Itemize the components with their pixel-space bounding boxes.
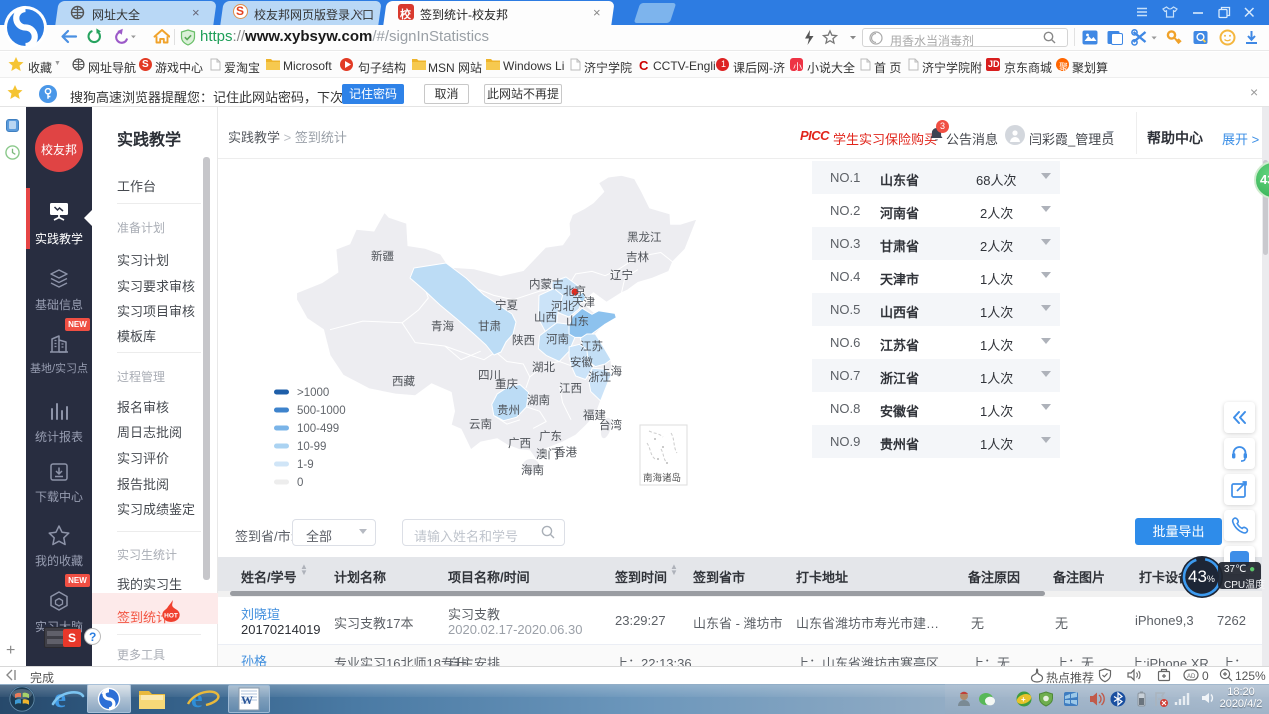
svg-text:内蒙古: 内蒙古 bbox=[529, 277, 564, 291]
svg-text:陕西: 陕西 bbox=[512, 333, 535, 347]
svg-text:海南: 海南 bbox=[521, 463, 544, 477]
svg-text:山西: 山西 bbox=[534, 311, 557, 324]
svg-text:江苏: 江苏 bbox=[580, 340, 603, 353]
svg-text:1-9: 1-9 bbox=[297, 459, 314, 471]
svg-text:云南: 云南 bbox=[469, 417, 492, 431]
svg-text:100-499: 100-499 bbox=[297, 423, 339, 435]
svg-text:西藏: 西藏 bbox=[392, 375, 415, 388]
svg-text:广东: 广东 bbox=[539, 430, 562, 443]
svg-text:0: 0 bbox=[297, 477, 303, 489]
svg-text:北京: 北京 bbox=[563, 284, 586, 298]
svg-text:HOT: HOT bbox=[164, 613, 178, 620]
svg-text:+: + bbox=[1021, 695, 1026, 704]
svg-text:湖北: 湖北 bbox=[532, 360, 555, 374]
svg-text:江西: 江西 bbox=[559, 382, 582, 395]
svg-text:W: W bbox=[241, 693, 253, 707]
svg-text:吉林: 吉林 bbox=[626, 250, 649, 264]
svg-text:河南: 河南 bbox=[546, 332, 569, 346]
svg-text:重庆: 重庆 bbox=[495, 377, 518, 391]
svg-text:香港: 香港 bbox=[554, 446, 577, 459]
svg-text:AD: AD bbox=[1187, 674, 1196, 680]
svg-text:贵州: 贵州 bbox=[497, 404, 520, 417]
svg-text:台湾: 台湾 bbox=[599, 418, 622, 432]
svg-text:10-99: 10-99 bbox=[297, 441, 326, 453]
svg-text:黑龙江: 黑龙江 bbox=[627, 231, 662, 244]
svg-text:南海诸岛: 南海诸岛 bbox=[643, 472, 681, 484]
svg-text:安徽: 安徽 bbox=[570, 355, 593, 369]
svg-text:宁夏: 宁夏 bbox=[495, 298, 518, 312]
svg-text:湖南: 湖南 bbox=[527, 393, 550, 407]
svg-text:浙江: 浙江 bbox=[588, 371, 611, 384]
svg-text:>1000: >1000 bbox=[297, 387, 329, 399]
svg-text:广西: 广西 bbox=[508, 437, 531, 450]
svg-text:辽宁: 辽宁 bbox=[610, 268, 633, 282]
svg-text:天津: 天津 bbox=[572, 296, 595, 309]
svg-text:新疆: 新疆 bbox=[371, 249, 394, 263]
svg-text:500-1000: 500-1000 bbox=[297, 405, 346, 417]
svg-text:甘肃: 甘肃 bbox=[478, 320, 501, 333]
svg-text:山东: 山东 bbox=[566, 315, 589, 328]
svg-text:青海: 青海 bbox=[431, 319, 454, 333]
